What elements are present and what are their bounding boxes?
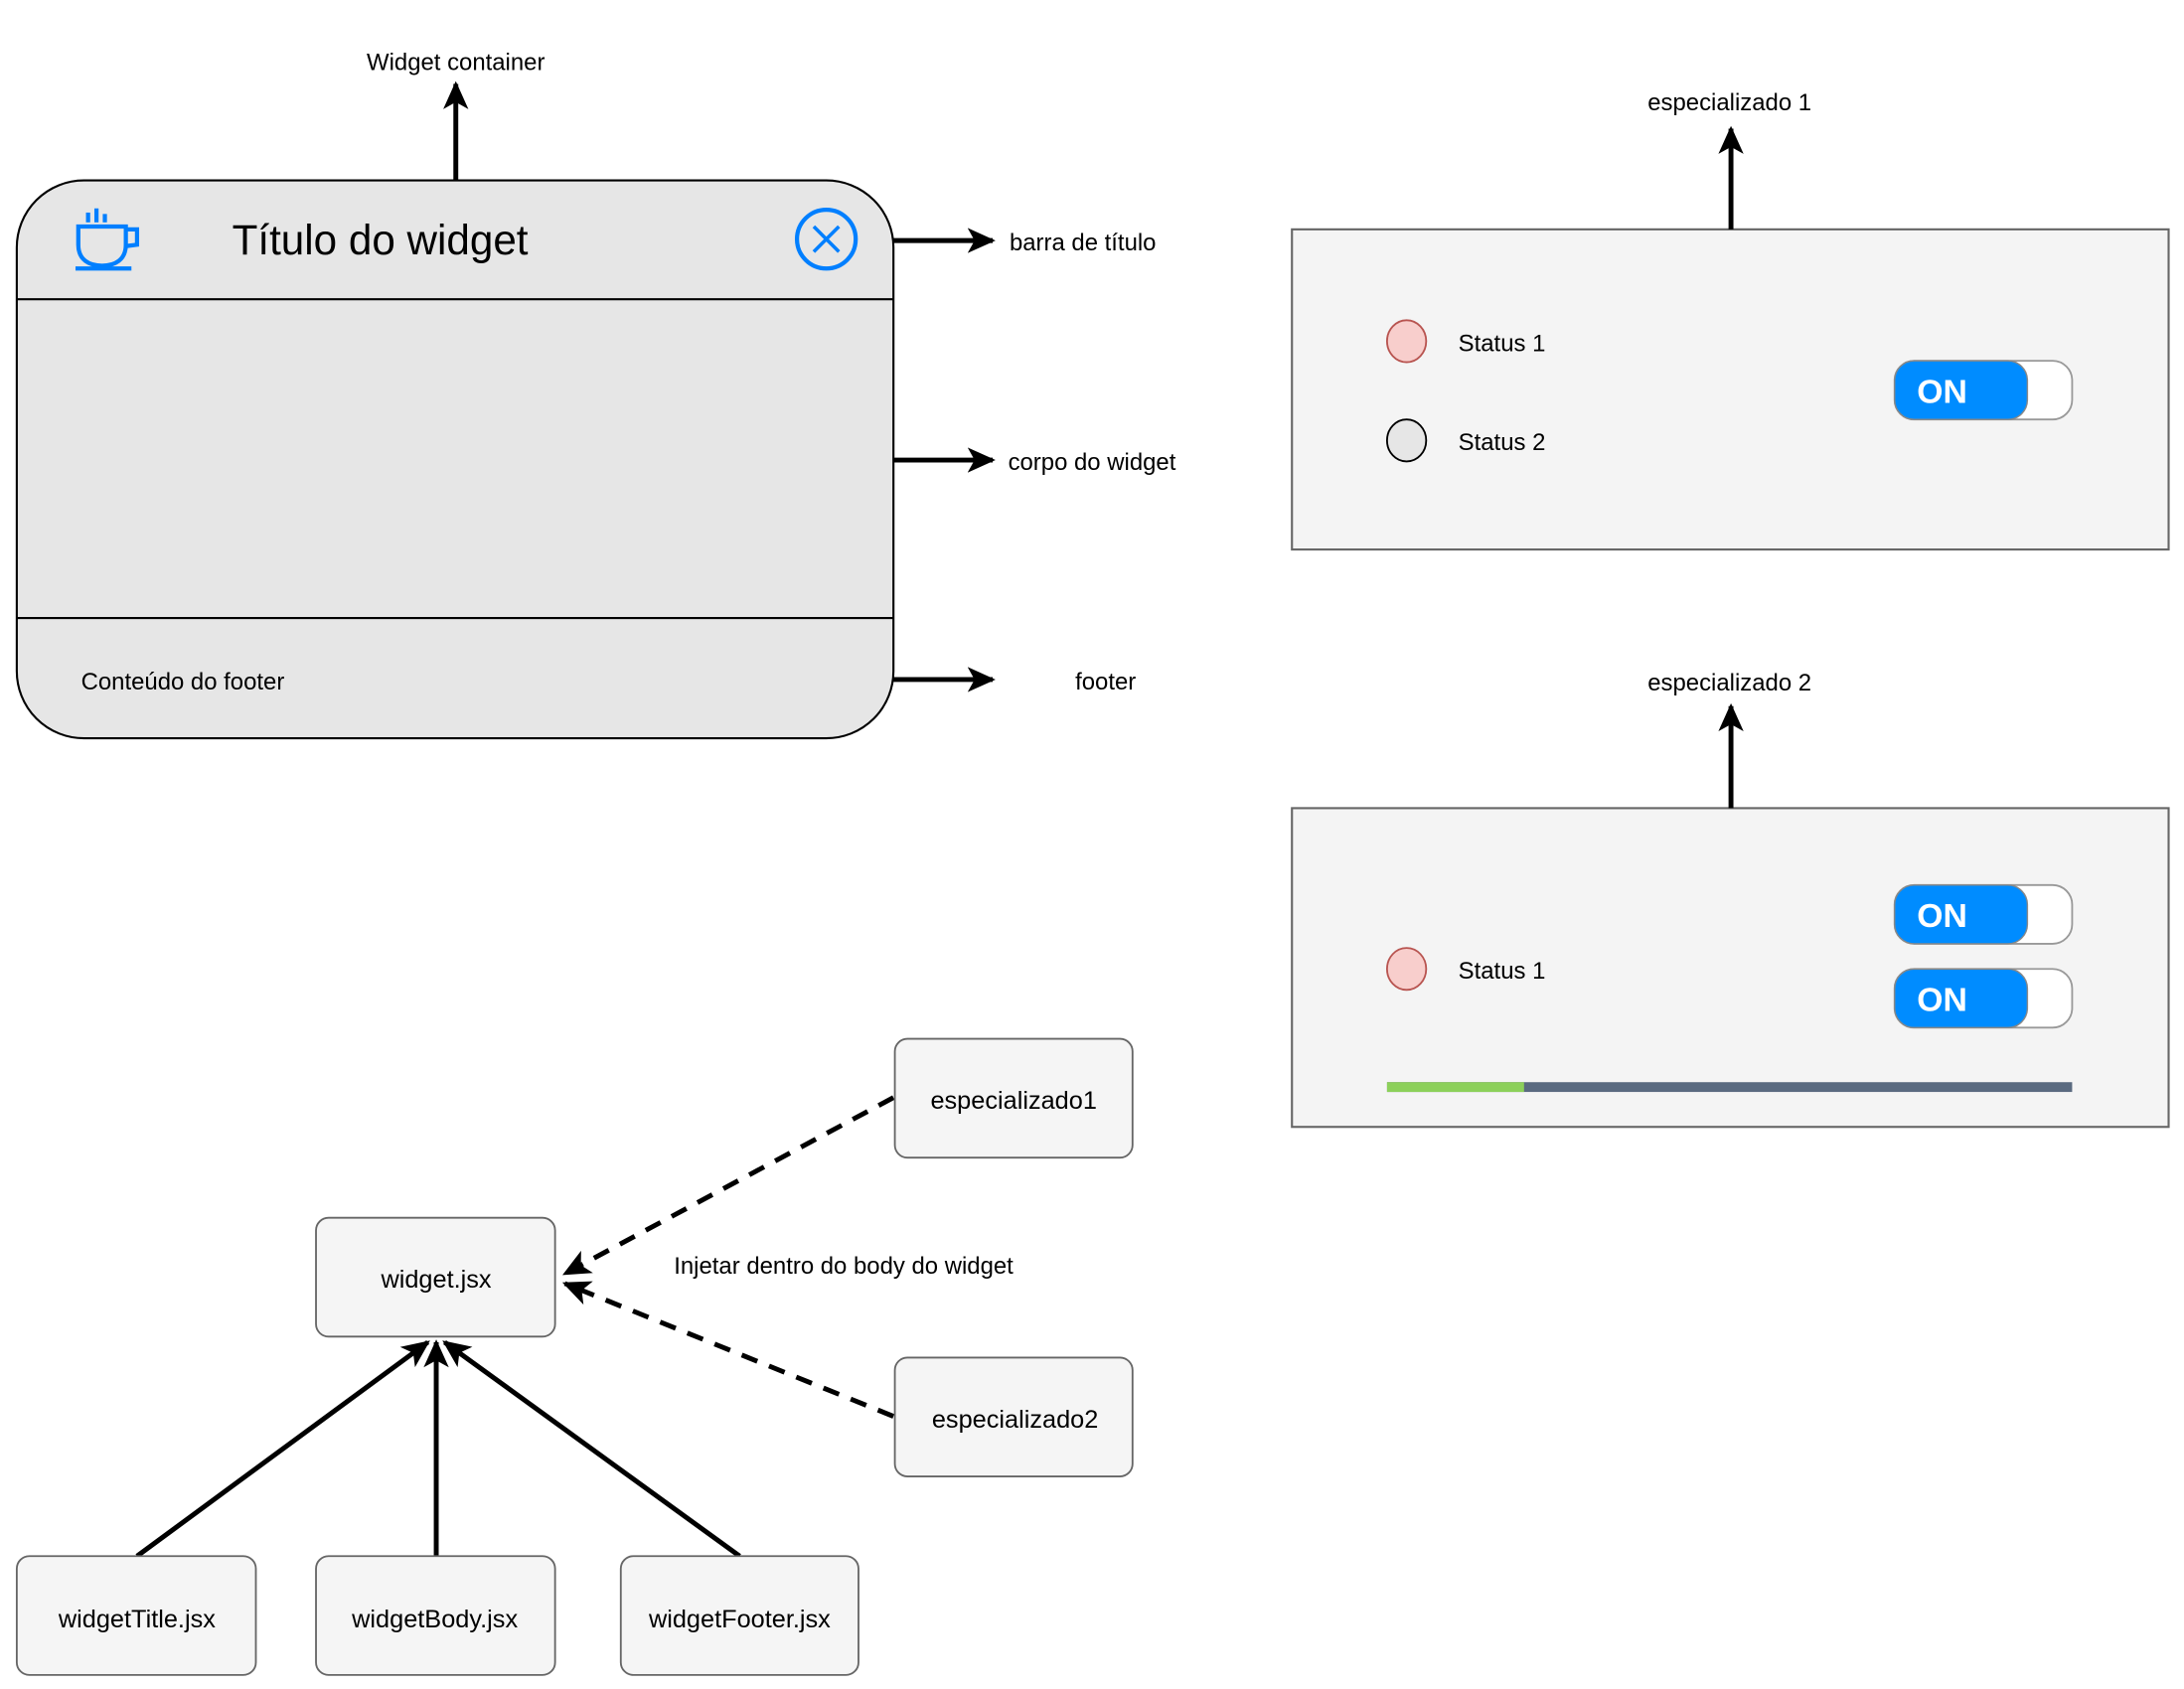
widget-title: Título do widget xyxy=(233,217,529,263)
toggle-switch-1[interactable]: ON xyxy=(1893,883,2074,945)
status-indicator-1 xyxy=(1385,947,1428,992)
node-especializado2[interactable]: especializado2 xyxy=(893,1356,1134,1477)
node-widget-body[interactable]: widgetBody.jsx xyxy=(315,1555,556,1676)
node-label: widgetTitle.jsx xyxy=(58,1606,216,1633)
footer-to-widget-arrow xyxy=(442,1339,741,1559)
panel-2-label: especializado 2 xyxy=(1647,670,1811,696)
toggle-label: ON xyxy=(1917,373,1967,410)
specialized-panel-2: especializado 2 Status 1 ON ON xyxy=(1291,670,2170,1129)
title-to-widget-arrow xyxy=(135,1339,430,1559)
body-annotation: corpo do widget xyxy=(1009,449,1176,476)
panel-1-label: especializado 1 xyxy=(1647,89,1811,116)
especializado2-injection-arrow xyxy=(561,1281,895,1419)
title-bar-annotation: barra de título xyxy=(1010,230,1157,256)
node-label: widgetBody.jsx xyxy=(351,1606,518,1633)
status-label-1: Status 1 xyxy=(1459,330,1546,357)
footer-annotation: footer xyxy=(1075,669,1136,695)
node-label: especializado1 xyxy=(930,1087,1096,1115)
node-widget[interactable]: widget.jsx xyxy=(315,1216,556,1338)
node-label: widget.jsx xyxy=(380,1266,491,1294)
footer-content: Conteúdo do footer xyxy=(81,669,285,695)
status-indicator-2 xyxy=(1385,418,1428,463)
toggle-switch-2[interactable]: ON xyxy=(1893,968,2074,1029)
node-widget-footer[interactable]: widgetFooter.jsx xyxy=(619,1555,859,1676)
especializado1-injection-arrow xyxy=(562,1095,895,1277)
status-label-2: Status 2 xyxy=(1459,429,1546,456)
node-label: widgetFooter.jsx xyxy=(648,1606,831,1633)
progress-bar xyxy=(1386,1082,2073,1093)
toggle-label: ON xyxy=(1917,897,1967,935)
widget-container xyxy=(15,179,895,740)
widget-mockup: Título do widget Conteúdo do footer xyxy=(15,179,895,740)
specialized-panel-1: especializado 1 Status 1 Status 2 ON xyxy=(1291,89,2170,551)
container-annotation: Widget container xyxy=(367,49,545,76)
component-tree: widget.jsx especializado1 especializado2… xyxy=(15,1037,1134,1676)
status-label-1: Status 1 xyxy=(1459,958,1546,985)
node-widget-title[interactable]: widgetTitle.jsx xyxy=(15,1555,257,1676)
toggle-label: ON xyxy=(1917,981,1967,1018)
node-label: especializado2 xyxy=(932,1406,1098,1434)
injection-label: Injetar dentro do body do widget xyxy=(674,1253,1014,1280)
progress-fill xyxy=(1386,1082,1524,1093)
node-especializado1[interactable]: especializado1 xyxy=(893,1037,1134,1159)
diagram-canvas: Título do widget Conteúdo do footer Widg… xyxy=(15,49,2170,1676)
status-indicator-1 xyxy=(1385,319,1428,364)
toggle-switch[interactable]: ON xyxy=(1893,360,2074,421)
